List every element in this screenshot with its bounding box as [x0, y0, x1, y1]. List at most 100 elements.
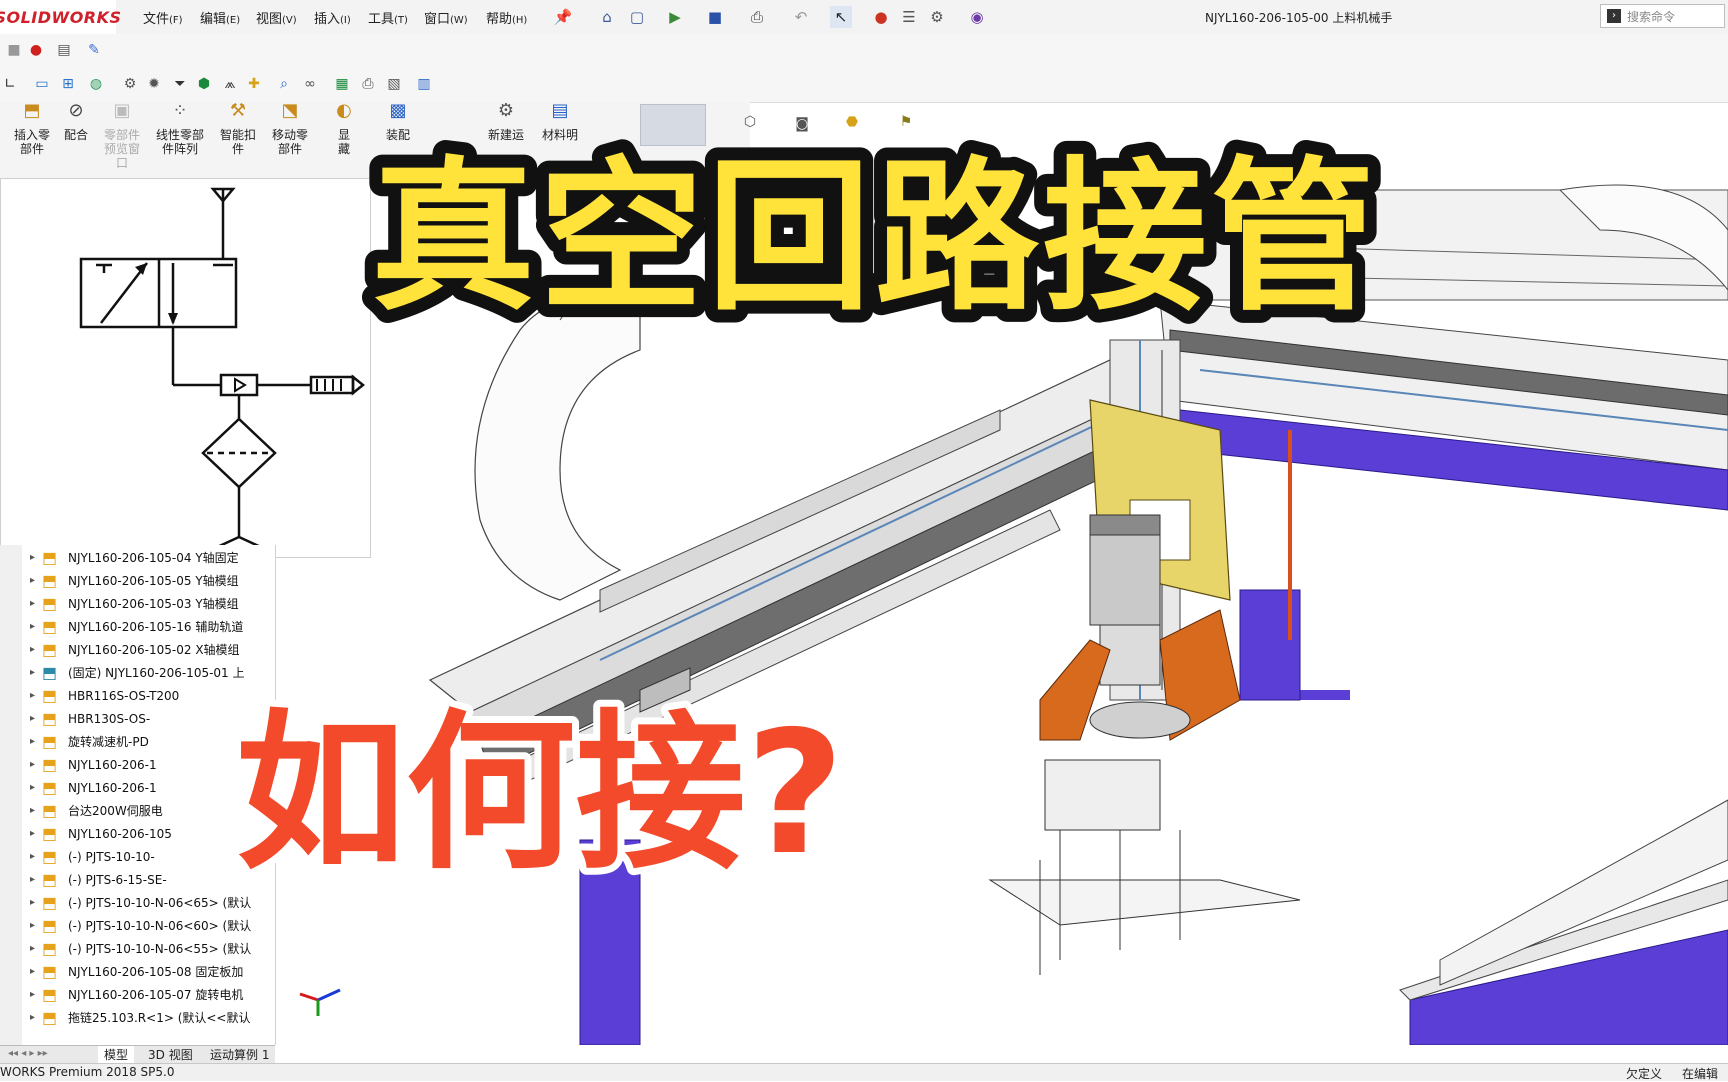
vacuum-circuit-diagram [79, 187, 366, 551]
expand-arrow-icon: ▸ [30, 966, 36, 977]
home-icon[interactable]: ⌂ [596, 6, 618, 28]
expand-arrow-icon: ▸ [30, 874, 36, 885]
expand-arrow-icon: ▸ [30, 897, 36, 908]
tab-model[interactable]: 模型 [98, 1046, 135, 1063]
stop-macro-icon[interactable]: ■ [4, 40, 24, 60]
tree-item[interactable]: ▸ ⬒ 拖链25.103.R<1> (默认<<默认 [30, 1006, 270, 1029]
vacuum-block [1044, 759, 1161, 831]
menu-file[interactable]: 文件(F) [143, 8, 183, 27]
macro-toolbar [0, 34, 1728, 67]
expand-arrow-icon: ▸ [30, 759, 36, 770]
status-product: WORKS Premium 2018 SP5.0 [0, 1065, 175, 1079]
open-icon[interactable]: ▶ [664, 6, 686, 28]
search-commands-input[interactable]: › 搜索命令 [1600, 4, 1725, 28]
document-title: NJYL160-206-105-00 上料机械手 [1205, 11, 1393, 25]
subassembly-icon: ⬒ [42, 846, 58, 866]
menu-insert[interactable]: 插入(I) [314, 8, 351, 27]
tab-3d-view[interactable]: 3D 视图 [142, 1046, 199, 1063]
rebuild-icon[interactable]: ◍ [86, 74, 106, 94]
status-definition: 欠定义 [1626, 1067, 1663, 1081]
menu-view[interactable]: 视图(V) [256, 8, 297, 27]
gear-alt-icon[interactable]: ✹ [144, 74, 164, 94]
tab-motion-study[interactable]: 运动算例 1 [204, 1046, 275, 1063]
headline-overlay: 真空回路接管 [358, 129, 1388, 344]
drawing-icon[interactable]: ▧ [384, 74, 404, 94]
sketch-corner-icon[interactable]: ∟ [0, 74, 20, 94]
subassembly-icon: ⬒ [42, 685, 58, 705]
expand-arrow-icon: ▸ [30, 713, 36, 724]
toolbox-icon[interactable]: ◉ [966, 6, 988, 28]
expand-arrow-icon: ▸ [30, 989, 36, 1000]
subassembly-icon: ⬒ [42, 754, 58, 774]
expand-arrow-icon: ▸ [30, 644, 36, 655]
undo-icon[interactable]: ↶ [790, 6, 812, 28]
save-icon[interactable]: ■ [704, 6, 726, 28]
edit-macro-icon[interactable]: ✎ [84, 40, 104, 60]
expand-arrow-icon: ▸ [30, 690, 36, 701]
pin-icon[interactable]: 📌 [552, 6, 574, 28]
subassembly-icon: ⬒ [42, 915, 58, 935]
tree-item[interactable]: ▸ ⬒ NJYL160-206-105-16 辅助轨道 [30, 615, 270, 638]
tree-item[interactable]: ▸ ⬒ NJYL160-206-105-08 固定板加 [30, 960, 270, 983]
subassembly-icon: ⬒ [42, 938, 58, 958]
print-icon[interactable]: ⎙ [746, 6, 768, 28]
binoculars-icon[interactable]: ∞ [300, 74, 320, 94]
table-icon[interactable]: ▥ [414, 74, 434, 94]
expand-arrow-icon: ▸ [30, 552, 36, 563]
cross-icon[interactable]: ✚ [244, 74, 264, 94]
subassembly-icon: ⬒ [42, 984, 58, 1004]
suction-plate [988, 879, 1301, 926]
expand-arrow-icon: ▸ [30, 828, 36, 839]
tree-sidebar-strip [0, 545, 22, 1045]
location-icon[interactable]: ⬢ [194, 74, 214, 94]
subassembly-icon: ⬒ [42, 731, 58, 751]
subassembly-icon: ⬒ [42, 570, 58, 590]
hierarchy-icon[interactable]: ⊞ [58, 74, 78, 94]
menu-help[interactable]: 帮助(H) [486, 8, 527, 27]
expand-arrow-icon: ▸ [30, 667, 36, 678]
tree-item[interactable]: ▸ ⬒ NJYL160-206-105-03 Y轴模组 [30, 592, 270, 615]
run-macro-icon[interactable]: ▤ [54, 40, 74, 60]
triad-z-axis [317, 988, 341, 1002]
menu-edit[interactable]: 编辑(E) [200, 8, 240, 27]
funnel-icon[interactable]: ⏷ [170, 74, 190, 94]
settings-icon[interactable]: ⚙ [120, 74, 140, 94]
expand-arrow-icon: ▸ [30, 1012, 36, 1023]
tree-item[interactable]: ▸ ⬒ (-) PJTS-10-10-N-06<55> (默认 [30, 937, 270, 960]
menu-tools[interactable]: 工具(T) [368, 8, 408, 27]
tree-item[interactable]: ▸ ⬒ NJYL160-206-105-02 X轴模组 [30, 638, 270, 661]
measure-wave-icon[interactable]: ⩕ [220, 74, 240, 94]
solidworks-logo[interactable]: SOLIDWORKS [0, 0, 121, 34]
select-icon[interactable]: ↖ [830, 6, 852, 28]
printer-icon[interactable]: ⎙ [358, 74, 378, 94]
tab-scroll-arrows-icon[interactable]: ◂◂ ◂ ▸ ▸▸ [8, 1048, 48, 1059]
expand-arrow-icon: ▸ [30, 621, 36, 632]
subassembly-icon: ⬒ [42, 961, 58, 981]
subassembly-icon: ⬒ [42, 708, 58, 728]
subassembly-icon: ⬒ [42, 869, 58, 889]
record-macro-icon[interactable]: ● [26, 40, 46, 60]
subassembly-icon: ⬒ [42, 777, 58, 797]
subassembly-icon: ⬒ [42, 616, 58, 636]
menu-window[interactable]: 窗口(W) [424, 8, 468, 27]
traffic-light-icon[interactable]: ● [870, 6, 892, 28]
status-bar: WORKS Premium 2018 SP5.0 欠定义 在编辑 [0, 1063, 1728, 1081]
subassembly-icon: ⬒ [42, 823, 58, 843]
fixed-part-icon: ⬒ [42, 662, 58, 682]
expand-arrow-icon: ▸ [30, 851, 36, 862]
expand-arrow-icon: ▸ [30, 943, 36, 954]
options-gear-icon[interactable]: ⚙ [926, 6, 948, 28]
expand-arrow-icon: ▸ [30, 920, 36, 931]
tree-item[interactable]: ▸ ⬒ NJYL160-206-105-07 旋转电机 [30, 983, 270, 1006]
tree-item[interactable]: ▸ ⬒ NJYL160-206-105-04 Y轴固定 [30, 546, 270, 569]
rotary-table [1089, 701, 1191, 739]
zoom-icon[interactable]: ⌕ [274, 74, 294, 94]
display-icon[interactable]: ▭ [32, 74, 52, 94]
tree-item[interactable]: ▸ ⬒ (-) PJTS-10-10-N-06<60> (默认 [30, 914, 270, 937]
excel-icon[interactable]: ▦ [332, 74, 352, 94]
search-placeholder: 搜索命令 [1627, 9, 1676, 24]
command-prompt-icon: › [1607, 9, 1621, 23]
new-document-icon[interactable]: ▢ [626, 6, 648, 28]
file-properties-icon[interactable]: ☰ [898, 6, 920, 28]
tree-item[interactable]: ▸ ⬒ NJYL160-206-105-05 Y轴模组 [30, 569, 270, 592]
